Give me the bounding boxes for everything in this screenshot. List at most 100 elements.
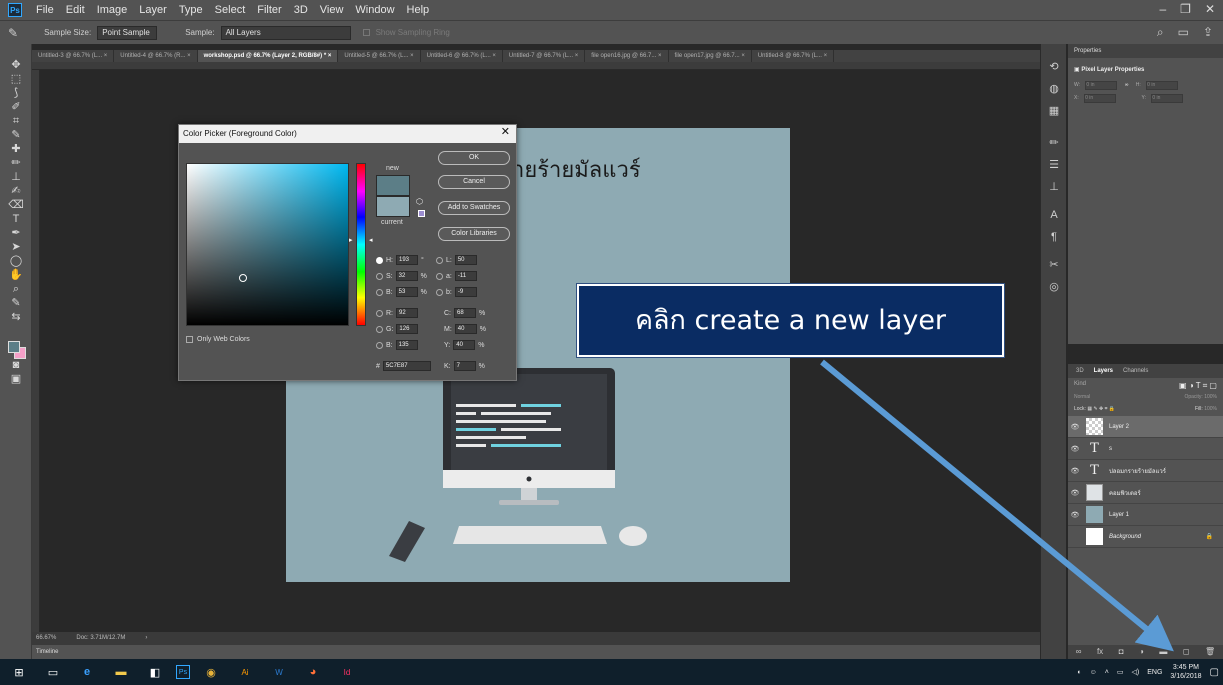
input-b[interactable]: 53 [395,287,418,297]
radio-b-rgb[interactable] [376,341,383,349]
firefox-icon[interactable]: ◕ [300,659,326,685]
close-icon[interactable]: ✕ [501,125,510,138]
history-brush-icon[interactable]: ✍ [0,184,32,198]
restore-icon[interactable]: ❐ [1180,2,1191,16]
clone-source-icon[interactable]: ⊥ [1041,176,1067,198]
tab-file-open16[interactable]: file open16.jpg @ 66.7... × [585,50,669,62]
brush-tool-icon[interactable]: ✏ [0,156,32,170]
menu-edit[interactable]: Edit [60,4,91,16]
web-safe-icon[interactable] [418,210,425,217]
notifications-icon[interactable]: ▢ [1210,667,1219,678]
input-y[interactable]: 40 [453,340,476,350]
radio-b[interactable] [376,288,383,296]
tab-untitled-6[interactable]: Untitled-6 @ 66.7% (L... × [421,50,503,62]
tab-workshop[interactable]: workshop.psd @ 66.7% (Layer 2, RGB/8#) *… [197,50,339,62]
menu-3d[interactable]: 3D [288,4,314,16]
zoom-level[interactable]: 66.67% [36,635,56,641]
eyedropper-tool-icon[interactable]: ✎ [8,26,18,40]
hand-tool-icon[interactable]: ✋ [0,268,32,282]
edge-icon[interactable]: e [74,659,100,685]
search-icon[interactable]: ⌕ [1157,25,1164,40]
layer-row[interactable]: 👁 T s [1068,438,1223,460]
zoom-tool-icon[interactable]: ⌕ [0,282,32,296]
close-icon[interactable]: ✕ [1205,2,1215,16]
pen-tool-icon[interactable]: ✒ [0,226,32,240]
properties-header[interactable]: Properties [1068,44,1223,58]
ok-button[interactable]: OK [438,151,510,165]
adjustment-layer-icon[interactable]: ◑ [1139,645,1144,659]
hex-input[interactable]: 5C7E87 [382,361,431,371]
input-m[interactable]: 40 [454,324,477,334]
layer-row[interactable]: 👁 Layer 1 [1068,504,1223,526]
cancel-button[interactable]: Cancel [438,175,510,189]
menu-image[interactable]: Image [91,4,134,16]
radio-h[interactable] [376,256,383,264]
current-color-swatch[interactable] [376,196,410,217]
menu-filter[interactable]: Filter [251,4,287,16]
eyedropper-active-icon[interactable]: ✎ [0,296,32,310]
network-icon[interactable]: ▭ [1117,668,1124,676]
share-icon[interactable]: ⇪ [1203,25,1213,40]
menu-select[interactable]: Select [209,4,252,16]
sample-select[interactable]: All Layers [220,25,351,40]
create-new-layer-icon[interactable]: ◻ [1183,645,1190,659]
blend-mode-select[interactable]: Normal [1074,394,1090,402]
new-group-icon[interactable]: ▬ [1159,645,1167,659]
radio-b-lab[interactable] [436,288,443,296]
visibility-eye-icon[interactable]: 👁 [1068,423,1082,431]
language-indicator[interactable]: ENG [1147,669,1162,676]
menu-layer[interactable]: Layer [133,4,173,16]
add-to-swatches-button[interactable]: Add to Swatches [438,201,510,215]
radio-r[interactable] [376,309,383,317]
menu-window[interactable]: Window [349,4,400,16]
chrome-icon[interactable]: ◉ [198,659,224,685]
input-r[interactable]: 92 [396,308,418,318]
tool-presets-icon[interactable]: ✂ [1041,254,1067,276]
swatches-icon[interactable]: ▦ [1041,100,1067,122]
visibility-eye-icon[interactable]: 👁 [1068,489,1082,497]
input-b-lab[interactable]: -9 [454,287,477,297]
tab-file-open17[interactable]: file open17.jpg @ 66.7... × [669,50,752,62]
fill-value[interactable]: 100% [1204,406,1217,412]
fx-icon[interactable]: fx [1097,645,1103,659]
input-c[interactable]: 68 [454,308,476,318]
tab-untitled-7[interactable]: Untitled-7 @ 66.7% (L... × [503,50,586,62]
lock-icons[interactable]: ▦ ✎ ✥ ⌗ 🔒 [1087,406,1115,412]
add-mask-icon[interactable]: ◘ [1119,645,1124,659]
tab-3d[interactable]: 3D [1076,364,1084,378]
menu-help[interactable]: Help [401,4,436,16]
radio-a[interactable] [436,272,443,280]
menu-type[interactable]: Type [173,4,209,16]
color-icon[interactable]: ◍ [1041,78,1067,100]
layer-row[interactable]: 👁 T ปลอมกรายร้ายมัลแวร์ [1068,460,1223,482]
tab-layers[interactable]: Layers [1094,364,1113,378]
adjustments-icon[interactable]: ☰ [1041,154,1067,176]
visibility-eye-icon[interactable]: 👁 [1068,511,1082,519]
store-icon[interactable]: ◧ [142,659,168,685]
screen-mode-icon[interactable]: ▣ [0,372,32,386]
radio-s[interactable] [376,272,383,280]
healing-brush-icon[interactable]: ✚ [0,142,32,156]
hue-slider[interactable] [356,163,366,326]
status-arrow-icon[interactable]: › [145,635,147,641]
color-field[interactable] [186,163,349,326]
quick-mask-icon[interactable]: ◙ [0,358,32,372]
h-field[interactable]: 0 in [1146,81,1179,90]
gamut-warning-icon[interactable]: ⬡ [416,197,423,206]
marquee-tool-icon[interactable]: ⬚ [0,72,32,86]
color-field-marker[interactable] [239,274,247,282]
volume-icon[interactable]: ◁) [1132,668,1140,676]
illustrator-icon[interactable]: Ai [232,659,258,685]
quick-select-tool-icon[interactable]: ✐ [0,100,32,114]
menu-file[interactable]: File [30,4,60,16]
visibility-eye-icon[interactable]: 👁 [1068,467,1082,475]
input-k[interactable]: 7 [453,361,476,371]
tab-untitled-3[interactable]: Untitled-3 @ 66.7% (L... × [32,50,115,62]
tray-app-icon[interactable]: ◐ [1077,669,1081,676]
workspace-icon[interactable]: ▭ [1178,25,1189,40]
type-tool-icon[interactable]: T [0,212,32,226]
input-s[interactable]: 32 [395,271,418,281]
link-icon[interactable]: ∞ [1125,82,1129,88]
eyedropper-icon[interactable]: ✎ [0,128,32,142]
indesign-icon[interactable]: Id [334,659,360,685]
